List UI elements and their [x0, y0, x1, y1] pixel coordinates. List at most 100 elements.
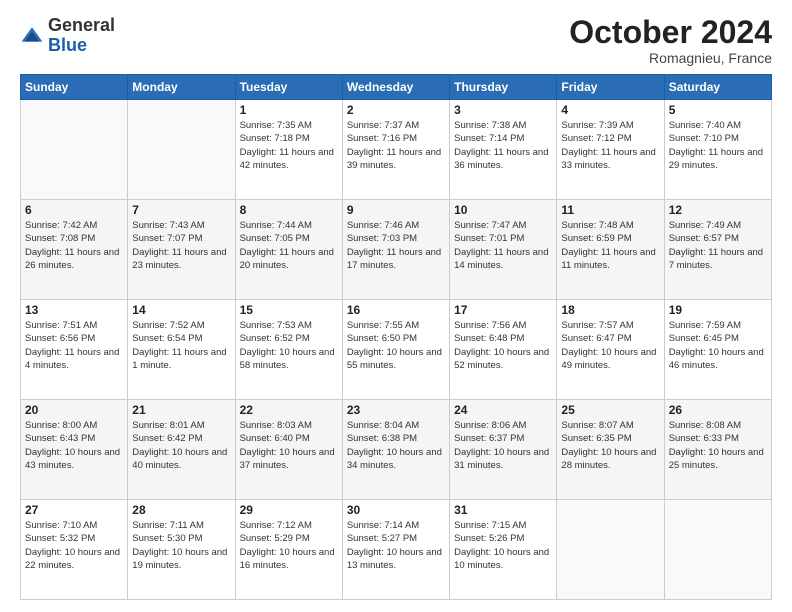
calendar-day-cell: 1 Sunrise: 7:35 AMSunset: 7:18 PMDaylight…	[235, 100, 342, 200]
day-number: 10	[454, 203, 552, 217]
day-number: 21	[132, 403, 230, 417]
calendar-week-row: 1 Sunrise: 7:35 AMSunset: 7:18 PMDaylight…	[21, 100, 772, 200]
day-number: 31	[454, 503, 552, 517]
day-number: 23	[347, 403, 445, 417]
calendar-day-cell: 4Sunrise: 7:39 AMSunset: 7:12 PMDaylight…	[557, 100, 664, 200]
calendar-day-cell: 10 Sunrise: 7:47 AMSunset: 7:01 PMDayligh…	[450, 200, 557, 300]
month-title: October 2024	[569, 16, 772, 48]
calendar-day-cell: 29 Sunrise: 7:12 AMSunset: 5:29 PMDayligh…	[235, 500, 342, 600]
day-number: 27	[25, 503, 123, 517]
calendar-day-cell: 31 Sunrise: 7:15 AMSunset: 5:26 PMDayligh…	[450, 500, 557, 600]
day-detail: Sunrise: 7:40 AMSunset: 7:10 PMDaylight:…	[669, 119, 767, 172]
calendar-day-cell: 15 Sunrise: 7:53 AMSunset: 6:52 PMDayligh…	[235, 300, 342, 400]
day-detail: Sunrise: 8:06 AMSunset: 6:37 PMDaylight:…	[454, 419, 552, 472]
day-detail: Sunrise: 7:51 AMSunset: 6:56 PMDaylight:…	[25, 319, 123, 372]
calendar-day-cell: 12 Sunrise: 7:49 AMSunset: 6:57 PMDayligh…	[664, 200, 771, 300]
day-detail: Sunrise: 8:03 AMSunset: 6:40 PMDaylight:…	[240, 419, 338, 472]
calendar-week-row: 27 Sunrise: 7:10 AMSunset: 5:32 PMDayligh…	[21, 500, 772, 600]
calendar-day-cell: 16 Sunrise: 7:55 AMSunset: 6:50 PMDayligh…	[342, 300, 449, 400]
day-number: 29	[240, 503, 338, 517]
logo-text: General Blue	[48, 16, 115, 56]
weekday-header: Friday	[557, 75, 664, 100]
day-detail: Sunrise: 8:04 AMSunset: 6:38 PMDaylight:…	[347, 419, 445, 472]
day-detail: Sunrise: 7:47 AMSunset: 7:01 PMDaylight:…	[454, 219, 552, 272]
calendar-day-cell: 23 Sunrise: 8:04 AMSunset: 6:38 PMDayligh…	[342, 400, 449, 500]
day-number: 12	[669, 203, 767, 217]
calendar-day-cell: 13 Sunrise: 7:51 AMSunset: 6:56 PMDayligh…	[21, 300, 128, 400]
day-detail: Sunrise: 7:10 AMSunset: 5:32 PMDaylight:…	[25, 519, 123, 572]
day-detail: Sunrise: 7:37 AMSunset: 7:16 PMDaylight:…	[347, 119, 445, 172]
day-detail: Sunrise: 8:07 AMSunset: 6:35 PMDaylight:…	[561, 419, 659, 472]
day-number: 14	[132, 303, 230, 317]
calendar-week-row: 6Sunrise: 7:42 AMSunset: 7:08 PMDaylight…	[21, 200, 772, 300]
day-detail: Sunrise: 7:53 AMSunset: 6:52 PMDaylight:…	[240, 319, 338, 372]
calendar-day-cell	[128, 100, 235, 200]
calendar-day-cell: 30Sunrise: 7:14 AMSunset: 5:27 PMDayligh…	[342, 500, 449, 600]
logo-icon	[20, 24, 44, 48]
day-detail: Sunrise: 7:38 AMSunset: 7:14 PMDaylight:…	[454, 119, 552, 172]
day-number: 25	[561, 403, 659, 417]
weekday-header: Thursday	[450, 75, 557, 100]
day-detail: Sunrise: 7:55 AMSunset: 6:50 PMDaylight:…	[347, 319, 445, 372]
day-detail: Sunrise: 7:12 AMSunset: 5:29 PMDaylight:…	[240, 519, 338, 572]
day-detail: Sunrise: 7:48 AMSunset: 6:59 PMDaylight:…	[561, 219, 659, 272]
day-detail: Sunrise: 7:46 AMSunset: 7:03 PMDaylight:…	[347, 219, 445, 272]
day-detail: Sunrise: 7:49 AMSunset: 6:57 PMDaylight:…	[669, 219, 767, 272]
day-detail: Sunrise: 7:42 AMSunset: 7:08 PMDaylight:…	[25, 219, 123, 272]
calendar-day-cell: 22 Sunrise: 8:03 AMSunset: 6:40 PMDayligh…	[235, 400, 342, 500]
calendar-day-cell: 17 Sunrise: 7:56 AMSunset: 6:48 PMDayligh…	[450, 300, 557, 400]
logo-general: General	[48, 15, 115, 35]
calendar-day-cell: 5 Sunrise: 7:40 AMSunset: 7:10 PMDaylight…	[664, 100, 771, 200]
day-number: 13	[25, 303, 123, 317]
day-number: 8	[240, 203, 338, 217]
page: General Blue October 2024 Romagnieu, Fra…	[0, 0, 792, 612]
day-detail: Sunrise: 7:57 AMSunset: 6:47 PMDaylight:…	[561, 319, 659, 372]
day-number: 20	[25, 403, 123, 417]
calendar-day-cell: 18 Sunrise: 7:57 AMSunset: 6:47 PMDayligh…	[557, 300, 664, 400]
day-detail: Sunrise: 8:01 AMSunset: 6:42 PMDaylight:…	[132, 419, 230, 472]
calendar-day-cell: 6Sunrise: 7:42 AMSunset: 7:08 PMDaylight…	[21, 200, 128, 300]
day-detail: Sunrise: 7:52 AMSunset: 6:54 PMDaylight:…	[132, 319, 230, 372]
calendar-day-cell: 14 Sunrise: 7:52 AMSunset: 6:54 PMDayligh…	[128, 300, 235, 400]
title-block: October 2024 Romagnieu, France	[569, 16, 772, 66]
day-number: 30	[347, 503, 445, 517]
day-number: 24	[454, 403, 552, 417]
day-number: 19	[669, 303, 767, 317]
calendar-day-cell: 8 Sunrise: 7:44 AMSunset: 7:05 PMDaylight…	[235, 200, 342, 300]
day-number: 5	[669, 103, 767, 117]
day-number: 4	[561, 103, 659, 117]
calendar-day-cell: 3 Sunrise: 7:38 AMSunset: 7:14 PMDaylight…	[450, 100, 557, 200]
day-detail: Sunrise: 7:44 AMSunset: 7:05 PMDaylight:…	[240, 219, 338, 272]
weekday-header: Sunday	[21, 75, 128, 100]
day-number: 7	[132, 203, 230, 217]
day-number: 22	[240, 403, 338, 417]
calendar-week-row: 20Sunrise: 8:00 AMSunset: 6:43 PMDayligh…	[21, 400, 772, 500]
day-number: 17	[454, 303, 552, 317]
calendar-day-cell: 28 Sunrise: 7:11 AMSunset: 5:30 PMDayligh…	[128, 500, 235, 600]
calendar-day-cell: 11Sunrise: 7:48 AMSunset: 6:59 PMDayligh…	[557, 200, 664, 300]
day-number: 9	[347, 203, 445, 217]
location-subtitle: Romagnieu, France	[569, 50, 772, 66]
day-number: 16	[347, 303, 445, 317]
day-number: 15	[240, 303, 338, 317]
day-detail: Sunrise: 7:15 AMSunset: 5:26 PMDaylight:…	[454, 519, 552, 572]
calendar-day-cell	[557, 500, 664, 600]
calendar-day-cell: 25 Sunrise: 8:07 AMSunset: 6:35 PMDayligh…	[557, 400, 664, 500]
calendar-day-cell: 7 Sunrise: 7:43 AMSunset: 7:07 PMDaylight…	[128, 200, 235, 300]
logo-blue: Blue	[48, 35, 87, 55]
calendar-day-cell: 2Sunrise: 7:37 AMSunset: 7:16 PMDaylight…	[342, 100, 449, 200]
calendar-table: SundayMondayTuesdayWednesdayThursdayFrid…	[20, 74, 772, 600]
day-number: 28	[132, 503, 230, 517]
logo: General Blue	[20, 16, 115, 56]
day-detail: Sunrise: 7:43 AMSunset: 7:07 PMDaylight:…	[132, 219, 230, 272]
calendar-header-row: SundayMondayTuesdayWednesdayThursdayFrid…	[21, 75, 772, 100]
day-number: 3	[454, 103, 552, 117]
calendar-day-cell: 20Sunrise: 8:00 AMSunset: 6:43 PMDayligh…	[21, 400, 128, 500]
day-detail: Sunrise: 7:35 AMSunset: 7:18 PMDaylight:…	[240, 119, 338, 172]
day-detail: Sunrise: 7:56 AMSunset: 6:48 PMDaylight:…	[454, 319, 552, 372]
calendar-week-row: 13 Sunrise: 7:51 AMSunset: 6:56 PMDayligh…	[21, 300, 772, 400]
day-number: 1	[240, 103, 338, 117]
day-detail: Sunrise: 7:11 AMSunset: 5:30 PMDaylight:…	[132, 519, 230, 572]
day-number: 18	[561, 303, 659, 317]
calendar-day-cell	[21, 100, 128, 200]
